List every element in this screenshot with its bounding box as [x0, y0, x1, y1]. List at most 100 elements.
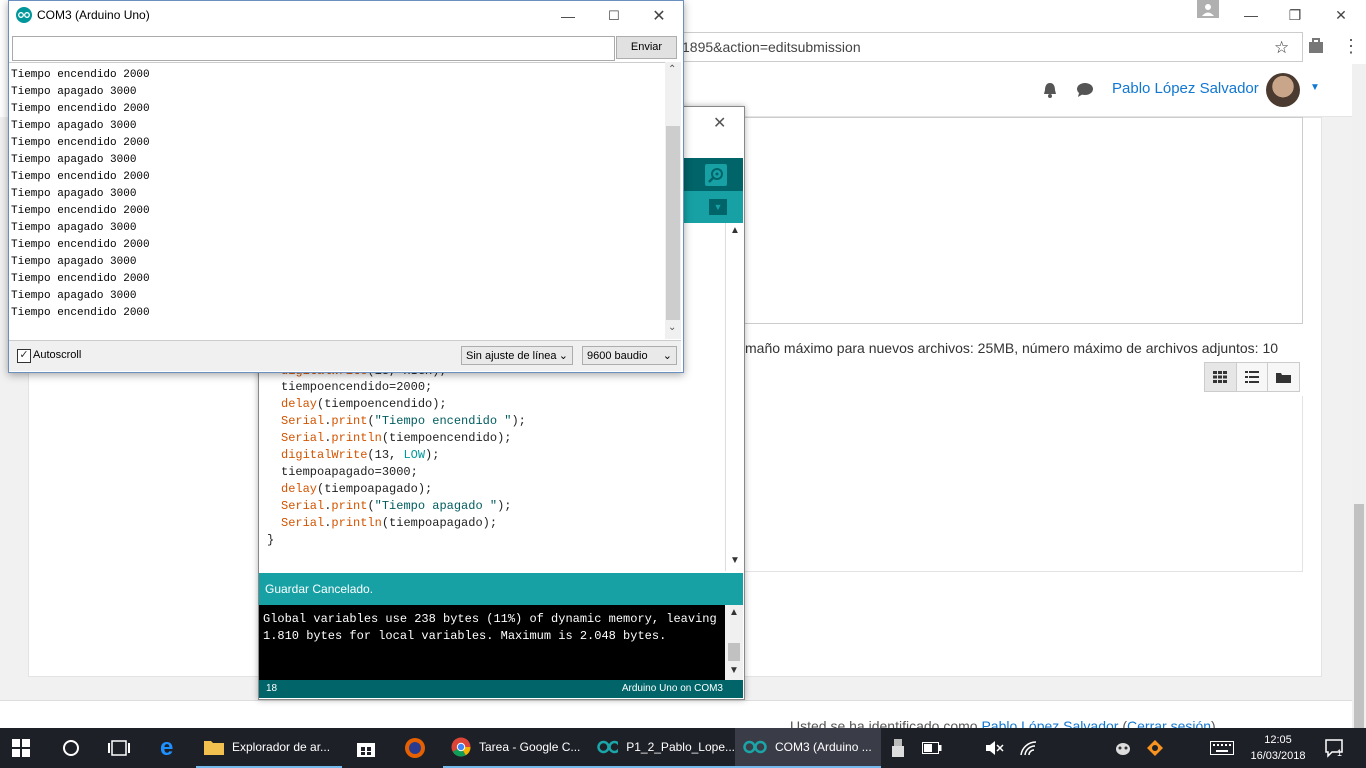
arduino-icon: [743, 740, 767, 754]
console-scroll-thumb[interactable]: [728, 643, 740, 661]
serial-line: Tiempo apagado 3000: [11, 86, 137, 98]
console-line: Global variables use 238 bytes (11%) of …: [263, 612, 717, 626]
page-scrollbar[interactable]: [1352, 64, 1366, 744]
code-token: digitalWrite: [281, 448, 368, 462]
code-line: }: [267, 533, 275, 547]
baud-select[interactable]: 9600 baudio ⌄: [582, 346, 677, 365]
caret-down-icon[interactable]: ▼: [1310, 82, 1320, 93]
notifications-bell-icon[interactable]: [1042, 81, 1058, 102]
extension-icon[interactable]: [1306, 36, 1326, 56]
chrome-menu-icon[interactable]: ⋮: [1342, 36, 1360, 57]
console-scrollbar[interactable]: ▲ ▼: [725, 605, 743, 680]
code-token: print: [331, 414, 368, 428]
task-view-icon[interactable]: [108, 728, 130, 768]
battery-icon[interactable]: [922, 728, 942, 768]
edge-icon[interactable]: e: [160, 728, 173, 768]
taskbar-app-label: P1_2_Pablo_Lope...: [626, 740, 735, 754]
chevron-down-icon: ⌄: [662, 350, 672, 362]
usb-device-icon[interactable]: [892, 728, 904, 768]
online-text-editor[interactable]: [743, 117, 1303, 324]
folder-icon: [204, 741, 224, 755]
line-ending-select[interactable]: Sin ajuste de línea ⌄: [461, 346, 573, 365]
taskbar-app-arduino-ide[interactable]: P1_2_Pablo_Lope...: [589, 728, 735, 768]
code-token: "Tiempo encendido ": [374, 414, 512, 428]
taskbar-app-serial-monitor[interactable]: COM3 (Arduino ...: [735, 728, 881, 768]
wifi-icon[interactable]: [1020, 728, 1038, 768]
clock[interactable]: 12:05 16/03/2018: [1248, 732, 1308, 764]
list-view-icon[interactable]: [1237, 363, 1269, 391]
search-circle-icon[interactable]: [62, 728, 80, 768]
scroll-up-icon[interactable]: ⌃: [668, 64, 676, 75]
firefox-icon: [405, 738, 425, 758]
code-line: delay(tiempoapagado);: [281, 482, 432, 496]
close-icon[interactable]: ✕: [636, 1, 682, 30]
code-token: Serial: [281, 414, 325, 428]
taskbar-app-label: COM3 (Arduino ...: [775, 740, 872, 754]
baud-value: 9600 baudio: [587, 350, 648, 362]
arduino-icon: [597, 740, 619, 754]
code-line: Serial.print("Tiempo encendido ");: [281, 414, 526, 428]
restore-icon[interactable]: ❐: [1272, 0, 1318, 30]
files-limit-note: maño máximo para nuevos archivos: 25MB, …: [745, 340, 1279, 356]
scroll-up-icon[interactable]: ▲: [730, 225, 740, 236]
serial-output: Tiempo encendido 2000 Tiempo apagado 3000…: [9, 62, 665, 340]
user-menu-name[interactable]: Pablo López Salvador: [1112, 80, 1259, 97]
windows-start-icon[interactable]: [12, 728, 30, 768]
editor-scrollbar[interactable]: ▲ ▼: [725, 223, 744, 571]
scroll-down-icon[interactable]: ▼: [730, 555, 740, 566]
messages-chat-icon[interactable]: [1076, 82, 1094, 101]
code-token: (tiempoencendido);: [317, 397, 447, 411]
scroll-down-icon[interactable]: ⌄: [668, 322, 676, 333]
close-icon[interactable]: ✕: [1318, 0, 1364, 30]
scroll-down-icon[interactable]: ▼: [729, 665, 739, 676]
code-token: (13,: [367, 448, 404, 462]
code-token: println: [331, 431, 382, 445]
taskbar-app-label: Explorador de ar...: [232, 740, 331, 754]
autoscroll-checkbox[interactable]: ✓: [17, 349, 31, 363]
scroll-up-icon[interactable]: ▲: [729, 607, 739, 618]
taskbar-app-firefox[interactable]: [396, 728, 436, 768]
keyboard-icon[interactable]: [1210, 728, 1234, 768]
serial-monitor-icon[interactable]: [705, 164, 727, 186]
code-token: );: [425, 448, 440, 462]
serial-scroll-thumb[interactable]: [666, 126, 680, 320]
tray-app-icon[interactable]: [1114, 728, 1132, 768]
action-center-icon[interactable]: 1: [1324, 728, 1344, 768]
folder-view-icon[interactable]: [1268, 363, 1299, 391]
grid-view-icon[interactable]: [1205, 363, 1237, 391]
code-token: "Tiempo apagado ": [374, 499, 498, 513]
serial-line: Tiempo apagado 3000: [11, 120, 137, 132]
send-button[interactable]: Enviar: [616, 36, 677, 59]
ide-close-icon[interactable]: ✕: [713, 113, 726, 133]
files-dropzone[interactable]: [743, 396, 1303, 572]
taskbar-app-explorer[interactable]: Explorador de ar...: [196, 728, 342, 768]
serial-scrollbar[interactable]: ⌃ ⌄: [665, 62, 681, 339]
serial-line: Tiempo encendido 2000: [11, 103, 150, 115]
serial-send-input[interactable]: [12, 36, 615, 61]
profile-icon[interactable]: [1197, 0, 1219, 18]
volume-muted-icon[interactable]: [986, 728, 1004, 768]
code-line: Serial.print("Tiempo apagado ");: [281, 499, 512, 513]
serial-line: Tiempo apagado 3000: [11, 290, 137, 302]
code-token: LOW: [403, 448, 426, 462]
taskbar-app-chrome[interactable]: Tarea - Google C...: [443, 728, 589, 768]
code-token: (tiempoapagado);: [381, 516, 498, 530]
taskbar-app-store[interactable]: [348, 728, 388, 768]
serial-title-text: COM3 (Arduino Uno): [37, 8, 150, 22]
taskbar: e Explorador de ar... Tarea - Google C..…: [0, 728, 1366, 768]
maximize-icon[interactable]: ☐: [591, 1, 637, 30]
code-token: Serial: [281, 499, 325, 513]
arduino-icon: [16, 7, 32, 23]
address-bar[interactable]: 1895&action=editsubmission: [682, 32, 1303, 62]
serial-titlebar: COM3 (Arduino Uno) — ☐ ✕: [9, 1, 681, 30]
avast-icon[interactable]: [1146, 728, 1164, 768]
minimize-icon[interactable]: —: [545, 1, 591, 30]
minimize-icon[interactable]: —: [1228, 0, 1274, 30]
serial-line: Tiempo apagado 3000: [11, 154, 137, 166]
tab-menu-icon[interactable]: ▼: [709, 199, 727, 215]
page-scrollbar-thumb[interactable]: [1354, 504, 1364, 744]
notification-count: 1: [1337, 748, 1343, 758]
avatar[interactable]: [1266, 73, 1300, 107]
moodle-navbar: Pablo López Salvador ▼: [682, 64, 1352, 117]
bookmark-star-icon[interactable]: ☆: [1274, 38, 1289, 58]
